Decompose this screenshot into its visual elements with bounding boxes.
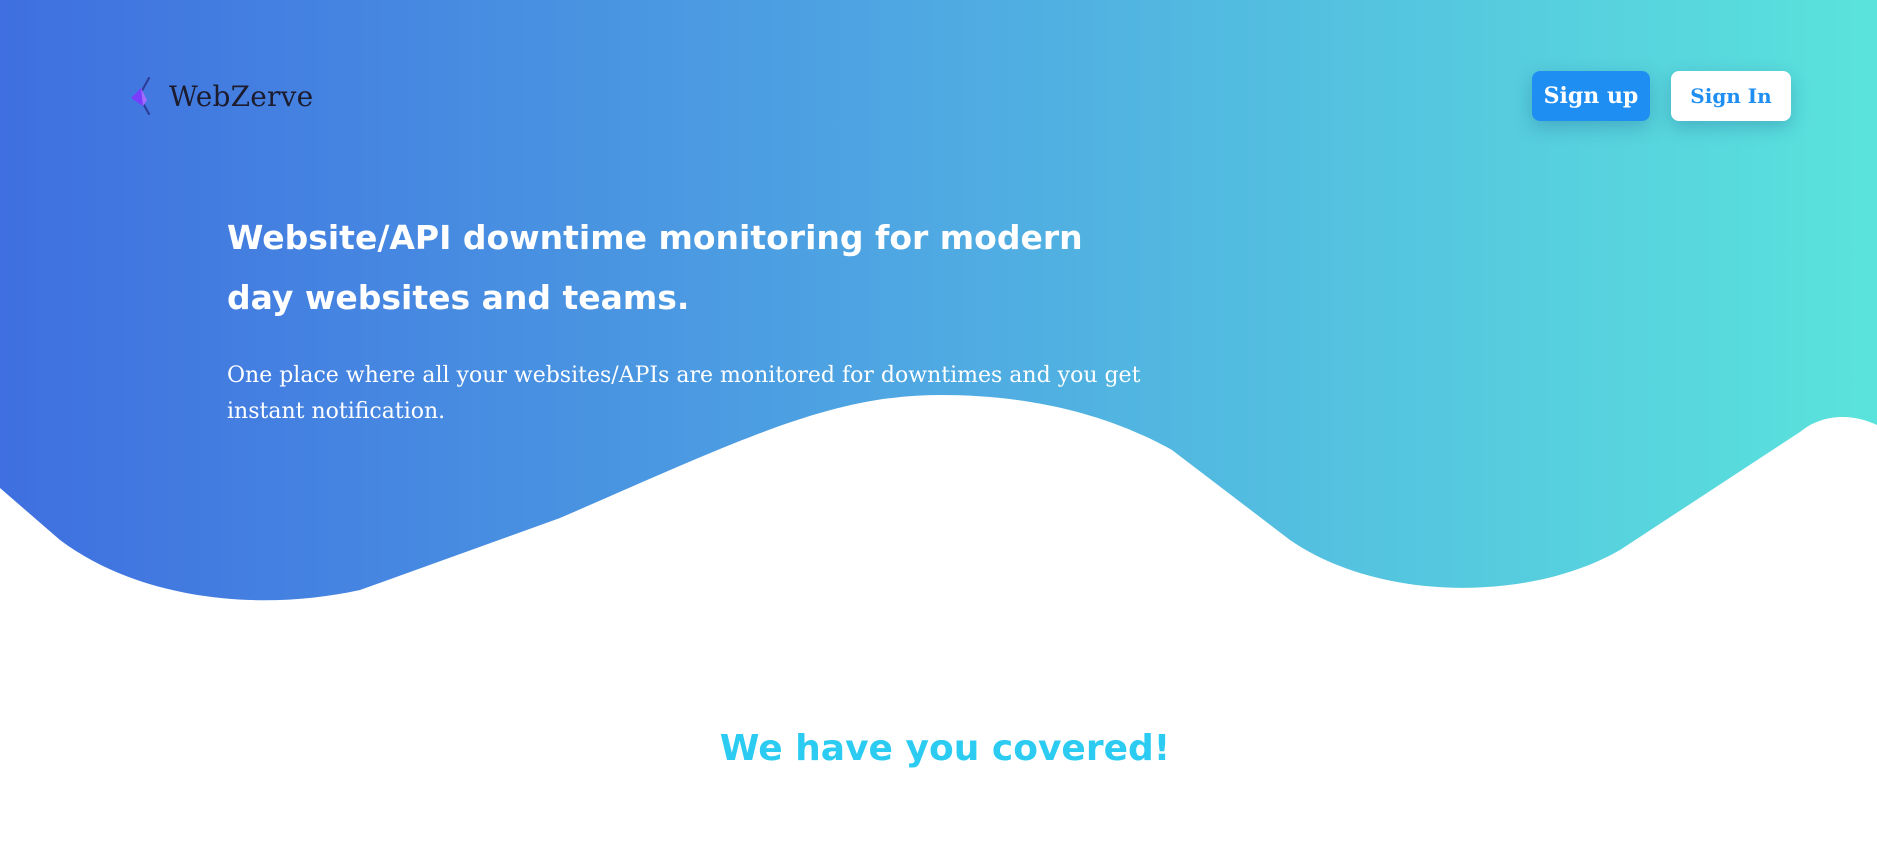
brand-name: WebZerve bbox=[169, 79, 314, 113]
brand-logo[interactable]: WebZerve bbox=[129, 76, 313, 116]
sign-up-button[interactable]: Sign up bbox=[1532, 71, 1650, 121]
webzerve-logo-icon bbox=[131, 76, 151, 116]
hero-headline: Website/API downtime monitoring for mode… bbox=[227, 218, 1083, 317]
hero-subtext: One place where all your websites/APIs a… bbox=[227, 363, 1141, 424]
sign-in-button[interactable]: Sign In bbox=[1671, 71, 1791, 121]
section-title: We have you covered! bbox=[719, 728, 1171, 769]
